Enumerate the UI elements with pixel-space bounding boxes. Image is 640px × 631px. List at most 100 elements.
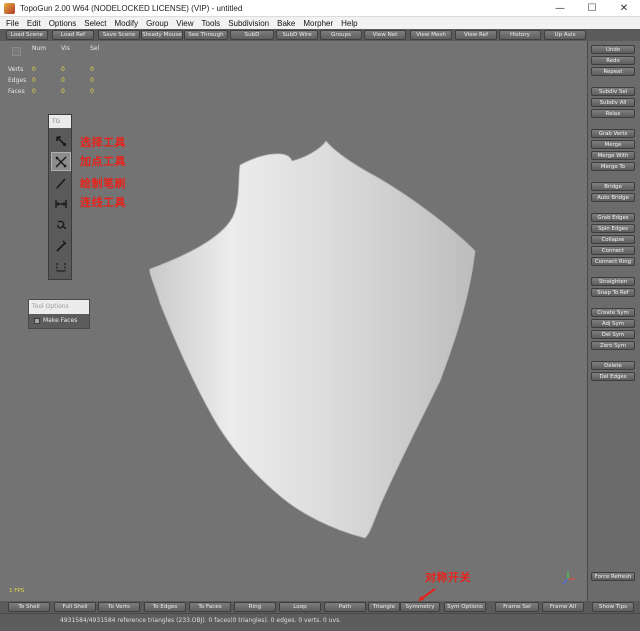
- connect-ring-button[interactable]: Connect Ring: [591, 257, 635, 266]
- menu-bar: File Edit Options Select Modify Group Vi…: [0, 17, 640, 29]
- tool-options-header[interactable]: Tool Options: [29, 300, 89, 314]
- history-button[interactable]: History: [499, 30, 541, 40]
- subdiv-all-button[interactable]: Subdiv All: [591, 98, 635, 107]
- stats-verts-vis: 0: [61, 66, 65, 73]
- to-shell-button[interactable]: To Shell: [8, 602, 50, 612]
- annotation-add-point-tool: 加点工具: [80, 155, 126, 168]
- full-shell-button[interactable]: Full Shell: [54, 602, 96, 612]
- relax-button[interactable]: Relax: [591, 109, 635, 118]
- see-through-button[interactable]: See Through: [184, 30, 228, 40]
- menu-file[interactable]: File: [6, 19, 19, 28]
- collapse-button[interactable]: Collapse: [591, 235, 635, 244]
- menu-view[interactable]: View: [176, 19, 193, 28]
- delete-button[interactable]: Delete: [591, 361, 635, 370]
- up-axis-button[interactable]: Up Axis: [544, 30, 586, 40]
- draw-tool-button[interactable]: [51, 173, 71, 192]
- create-sym-button[interactable]: Create Sym: [591, 308, 635, 317]
- brush-tool-icon: [57, 220, 67, 229]
- merge-to-button[interactable]: Merge To: [591, 162, 635, 171]
- 3d-viewport[interactable]: Num Vis Sel Verts 0 0 0 Edges 0 0 0 Face…: [0, 41, 587, 601]
- straighten-button[interactable]: Straighten: [591, 277, 635, 286]
- ring-button[interactable]: Ring: [234, 602, 276, 612]
- menu-options[interactable]: Options: [49, 19, 77, 28]
- to-verts-button[interactable]: To Verts: [98, 602, 140, 612]
- steady-mouse-button[interactable]: Steady Mouse: [141, 30, 183, 40]
- menu-group[interactable]: Group: [146, 19, 168, 28]
- minimize-button[interactable]: —: [544, 0, 576, 17]
- load-ref-button[interactable]: Load Ref: [52, 30, 94, 40]
- stats-edges-sel: 0: [90, 77, 94, 84]
- frame-all-button[interactable]: Frame All: [542, 602, 584, 612]
- stats-toggle-icon[interactable]: [12, 47, 21, 56]
- bridge-tool-button[interactable]: [51, 194, 71, 213]
- tubes-tool-button[interactable]: [51, 257, 71, 276]
- show-tips-button[interactable]: Show Tips: [592, 602, 634, 612]
- stats-edges-num: 0: [32, 77, 36, 84]
- to-faces-button[interactable]: To Faces: [189, 602, 231, 612]
- redo-button[interactable]: Redo: [591, 56, 635, 65]
- fps-counter: 1 FPS: [9, 588, 25, 594]
- triangle-button[interactable]: Triangle: [368, 602, 400, 612]
- loop-button[interactable]: Loop: [279, 602, 321, 612]
- auto-bridge-button[interactable]: Auto Bridge: [591, 193, 635, 202]
- menu-select[interactable]: Select: [84, 19, 106, 28]
- maximize-button[interactable]: ☐: [576, 0, 608, 17]
- to-edges-button[interactable]: To Edges: [144, 602, 186, 612]
- select-tool-button[interactable]: [51, 131, 71, 150]
- undo-button[interactable]: Undo: [591, 45, 635, 54]
- stats-verts-sel: 0: [90, 66, 94, 73]
- bridge-tool-icon: [55, 199, 67, 208]
- del-sym-button[interactable]: Del Sym: [591, 330, 635, 339]
- grab-edges-button[interactable]: Grab Edges: [591, 213, 635, 222]
- grab-verts-button[interactable]: Grab Verts: [591, 129, 635, 138]
- snap-to-ref-button[interactable]: Snap To Ref: [591, 288, 635, 297]
- annotation-arrow-icon: [418, 588, 436, 601]
- menu-subdivision[interactable]: Subdivision: [228, 19, 269, 28]
- zero-sym-button[interactable]: Zero Sym: [591, 341, 635, 350]
- draw-tool-icon: [56, 177, 66, 189]
- extrude-tool-button[interactable]: [51, 236, 71, 255]
- path-button[interactable]: Path: [324, 602, 366, 612]
- bridge-button[interactable]: Bridge: [591, 182, 635, 191]
- subdiv-sel-button[interactable]: Subdiv Sel: [591, 87, 635, 96]
- tubes-tool-icon: [56, 262, 66, 272]
- repeat-button[interactable]: Repeat: [591, 67, 635, 76]
- make-faces-checkbox[interactable]: [34, 318, 40, 324]
- view-mesh-button[interactable]: View Mesh: [410, 30, 452, 40]
- tool-palette-header[interactable]: TG: [49, 115, 71, 128]
- subd-wire-button[interactable]: SubD Wire: [276, 30, 318, 40]
- brush-tool-button[interactable]: [51, 215, 71, 234]
- bottom-toolbar: To Shell Full Shell To Verts To Edges To…: [0, 601, 640, 613]
- menu-morpher[interactable]: Morpher: [303, 19, 333, 28]
- topogun-logo-icon: [4, 2, 15, 14]
- save-scene-button[interactable]: Save Scene: [98, 30, 140, 40]
- menu-edit[interactable]: Edit: [27, 19, 41, 28]
- force-refresh-button[interactable]: Force Refresh: [591, 572, 635, 581]
- stats-verts-num: 0: [32, 66, 36, 73]
- spin-edges-button[interactable]: Spin Edges: [591, 224, 635, 233]
- sym-options-button[interactable]: Sym Options: [444, 602, 486, 612]
- annotation-select-tool: 选择工具: [80, 136, 126, 149]
- subd-button[interactable]: SubD: [230, 30, 274, 40]
- stats-label-faces: Faces: [8, 88, 25, 95]
- connect-button[interactable]: Connect: [591, 246, 635, 255]
- del-edges-button[interactable]: Del Edges: [591, 372, 635, 381]
- menu-bake[interactable]: Bake: [277, 19, 295, 28]
- adj-sym-button[interactable]: Adj Sym: [591, 319, 635, 328]
- view-ref-button[interactable]: View Ref: [455, 30, 497, 40]
- merge-button[interactable]: Merge: [591, 140, 635, 149]
- view-net-button[interactable]: View Net: [364, 30, 406, 40]
- menu-tools[interactable]: Tools: [202, 19, 221, 28]
- symmetry-button[interactable]: Symmetry: [400, 602, 440, 612]
- merge-with-button[interactable]: Merge With: [591, 151, 635, 160]
- annotation-draw-brush: 绘制笔刷: [80, 177, 126, 190]
- close-button[interactable]: ✕: [608, 0, 640, 17]
- menu-help[interactable]: Help: [341, 19, 357, 28]
- groups-button[interactable]: Groups: [320, 30, 362, 40]
- edit-tool-button[interactable]: [51, 152, 71, 171]
- menu-modify[interactable]: Modify: [115, 19, 139, 28]
- window-title: TopoGun 2.00 W64 (NODELOCKED LICENSE) (V…: [20, 3, 243, 13]
- frame-sel-button[interactable]: Frame Sel: [495, 602, 539, 612]
- stats-faces-num: 0: [32, 88, 36, 95]
- load-scene-button[interactable]: Load Scene: [6, 30, 48, 40]
